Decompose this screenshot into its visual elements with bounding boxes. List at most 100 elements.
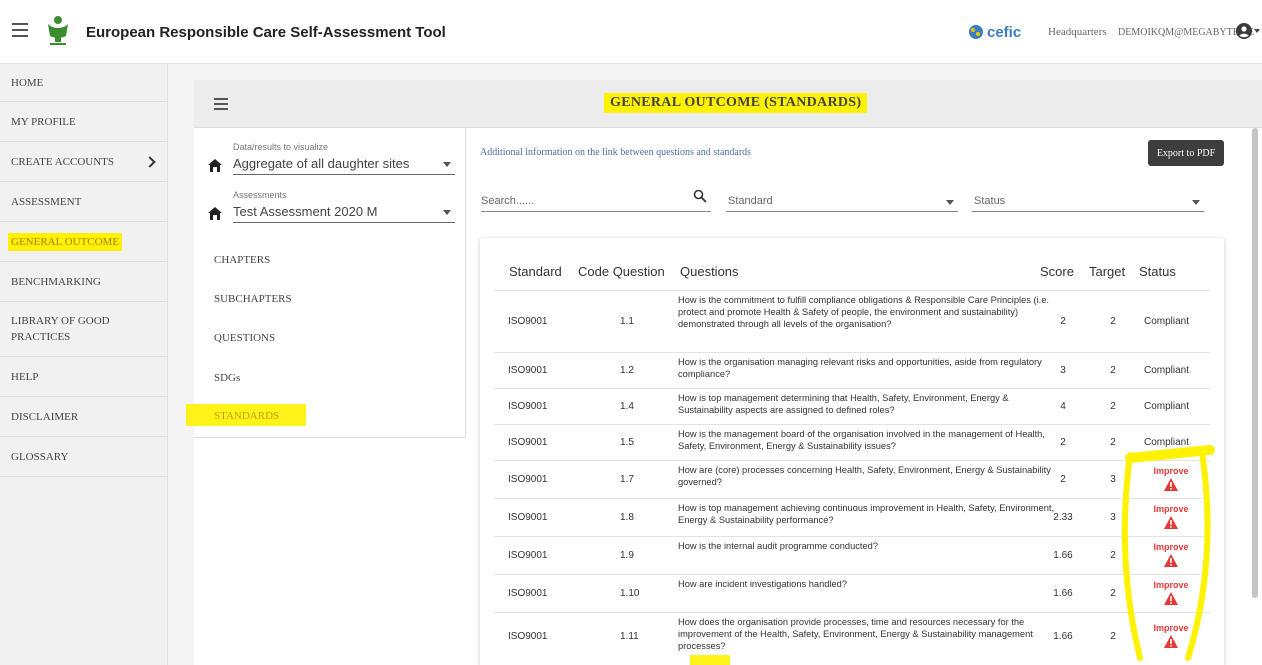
data-select[interactable]: Aggregate of all daughter sites bbox=[233, 156, 409, 171]
cell-score: 2.33 bbox=[1053, 512, 1073, 523]
cell-target: 2 bbox=[1110, 365, 1116, 376]
status-dropdown-label: Status bbox=[974, 195, 1006, 207]
cefic-logo: cefic bbox=[968, 23, 1021, 41]
table-row[interactable]: ISO9001 1.5 How is the management board of… bbox=[494, 424, 1210, 460]
chevron-right-icon bbox=[144, 155, 156, 168]
table-row[interactable]: ISO9001 1.4 How is top management determin… bbox=[494, 388, 1210, 424]
header-questions[interactable]: Questions bbox=[680, 264, 739, 279]
data-select-label: Data/results to visualize bbox=[233, 142, 329, 152]
cell-code: 1.11 bbox=[620, 631, 639, 642]
export-pdf-button[interactable]: Export to PDF bbox=[1148, 140, 1224, 166]
sidebar-item-disclaimer[interactable]: DISCLAIMER bbox=[0, 397, 168, 437]
header-score[interactable]: Score bbox=[1040, 264, 1074, 279]
cell-question: How is the internal audit programme cond… bbox=[678, 541, 878, 551]
cell-score: 3 bbox=[1060, 365, 1066, 376]
link-sdgs[interactable]: SDGs bbox=[214, 372, 240, 384]
status-compliant: Compliant bbox=[1144, 365, 1190, 376]
chevron-down-icon bbox=[1192, 200, 1200, 205]
header-target[interactable]: Target bbox=[1089, 264, 1125, 279]
cell-standard: ISO9001 bbox=[508, 365, 548, 376]
cell-standard: ISO9001 bbox=[508, 550, 548, 561]
status-dropdown[interactable]: Status bbox=[972, 186, 1204, 212]
menu-icon[interactable] bbox=[12, 23, 28, 37]
table-row[interactable]: ISO9001 1.9 How is the internal audit prog… bbox=[494, 536, 1210, 574]
home-icon bbox=[208, 159, 222, 172]
scrollbar[interactable] bbox=[1252, 128, 1258, 598]
sidebar-item-benchmarking[interactable]: BENCHMARKING bbox=[0, 262, 168, 302]
data-select-caret-icon[interactable] bbox=[443, 162, 451, 167]
sidebar: HOME MY PROFILE CREATE ACCOUNTS ASSESSME… bbox=[0, 64, 168, 665]
cell-question: How is top management determining that H… bbox=[678, 393, 1009, 415]
cell-score: 2 bbox=[1060, 316, 1066, 327]
link-chapters[interactable]: CHAPTERS bbox=[214, 254, 270, 266]
cell-score: 1.66 bbox=[1053, 631, 1073, 642]
cell-code: 1.9 bbox=[620, 550, 634, 561]
table-row[interactable]: ISO9001 1.7 How are (core) processes conce… bbox=[494, 460, 1210, 498]
responsible-care-logo bbox=[48, 16, 68, 45]
page-title: GENERAL OUTCOME (STANDARDS) bbox=[604, 93, 868, 113]
filter-panel: Data/results to visualize Aggregate of a… bbox=[186, 128, 466, 438]
table-row[interactable]: ISO9001 1.2 How is the organisation managi… bbox=[494, 352, 1210, 388]
sidebar-item-glossary[interactable]: GLOSSARY bbox=[0, 437, 168, 477]
location-label[interactable]: Headquarters bbox=[1048, 26, 1107, 38]
cell-question: How is the management board of the organ… bbox=[678, 429, 1045, 451]
search-placeholder: Search...... bbox=[481, 195, 535, 207]
panel-menu-icon[interactable] bbox=[214, 98, 228, 110]
cell-target: 2 bbox=[1110, 401, 1116, 412]
assessment-select-caret-icon[interactable] bbox=[443, 210, 451, 215]
link-subchapters[interactable]: SUBCHAPTERS bbox=[214, 293, 292, 305]
cell-code: 1.7 bbox=[620, 474, 634, 485]
standard-dropdown-label: Standard bbox=[728, 195, 773, 207]
data-select-underline bbox=[233, 174, 455, 175]
cell-question: How is top management achieving continuo… bbox=[678, 503, 1055, 525]
sidebar-item-assessment[interactable]: ASSESSMENT bbox=[0, 182, 168, 222]
cell-code: 1.8 bbox=[620, 512, 634, 523]
sidebar-item-help[interactable]: HELP bbox=[0, 357, 168, 397]
cell-question: How does the organisation provide proces… bbox=[678, 617, 1033, 651]
top-bar: European Responsible Care Self-Assessmen… bbox=[0, 0, 1262, 64]
cell-score: 2 bbox=[1060, 437, 1066, 448]
sidebar-item-my-profile[interactable]: MY PROFILE bbox=[0, 102, 168, 142]
sidebar-item-home[interactable]: HOME bbox=[0, 64, 168, 102]
link-questions[interactable]: QUESTIONS bbox=[214, 332, 275, 344]
header-status[interactable]: Status bbox=[1139, 264, 1176, 279]
cell-standard: ISO9001 bbox=[508, 588, 548, 599]
cell-question: How are (core) processes concerning Heal… bbox=[678, 465, 1051, 487]
table-row[interactable]: ISO9001 1.11 How does the organisation pro… bbox=[494, 612, 1210, 660]
header-standard[interactable]: Standard bbox=[509, 264, 562, 279]
highlight-mark bbox=[690, 655, 730, 665]
sidebar-item-library-of-good-practices[interactable]: LIBRARY OF GOOD PRACTICES bbox=[0, 302, 168, 357]
status-compliant: Compliant bbox=[1144, 316, 1190, 327]
user-email[interactable]: DEMOIKQM@MEGABYTE.BE bbox=[1118, 27, 1254, 38]
cell-standard: ISO9001 bbox=[508, 401, 548, 412]
account-dropdown-icon[interactable] bbox=[1254, 29, 1260, 33]
cell-question: How is the organisation managing relevan… bbox=[678, 357, 1042, 379]
additional-info-link[interactable]: Additional information on the link betwe… bbox=[480, 147, 751, 158]
sidebar-item-general-outcome[interactable]: GENERAL OUTCOME bbox=[0, 222, 168, 262]
table-row[interactable]: ISO9001 1.1 How is the commitment to fulfi… bbox=[494, 290, 1210, 352]
cell-standard: ISO9001 bbox=[508, 316, 548, 327]
cell-standard: ISO9001 bbox=[508, 474, 548, 485]
app-title: European Responsible Care Self-Assessmen… bbox=[86, 24, 446, 41]
cefic-globe-icon bbox=[969, 25, 983, 39]
header-code-question[interactable]: Code Question bbox=[578, 264, 665, 279]
link-standards[interactable]: STANDARDS bbox=[214, 410, 279, 422]
cell-score: 2 bbox=[1060, 474, 1066, 485]
cell-score: 1.66 bbox=[1053, 550, 1073, 561]
cell-standard: ISO9001 bbox=[508, 631, 548, 642]
assessment-select[interactable]: Test Assessment 2020 M bbox=[233, 204, 378, 219]
account-circle-icon[interactable] bbox=[1236, 23, 1252, 39]
cell-question: How are incident investigations handled? bbox=[678, 579, 848, 589]
table-row[interactable]: ISO9001 1.8 How is top management achievin… bbox=[494, 498, 1210, 536]
standard-dropdown[interactable]: Standard bbox=[726, 186, 958, 212]
cell-code: 1.10 bbox=[620, 588, 640, 599]
search-icon[interactable] bbox=[693, 189, 707, 203]
assessment-select-underline bbox=[233, 222, 455, 223]
panel-header: GENERAL OUTCOME (STANDARDS) bbox=[194, 80, 1262, 128]
table-row[interactable]: ISO9001 1.10 How are incident investigatio… bbox=[494, 574, 1210, 612]
cell-code: 1.1 bbox=[620, 316, 634, 327]
sidebar-item-create-accounts[interactable]: CREATE ACCOUNTS bbox=[0, 142, 168, 182]
cell-target: 2 bbox=[1110, 316, 1116, 327]
search-input[interactable]: Search...... bbox=[481, 186, 711, 212]
cell-standard: ISO9001 bbox=[508, 512, 548, 523]
